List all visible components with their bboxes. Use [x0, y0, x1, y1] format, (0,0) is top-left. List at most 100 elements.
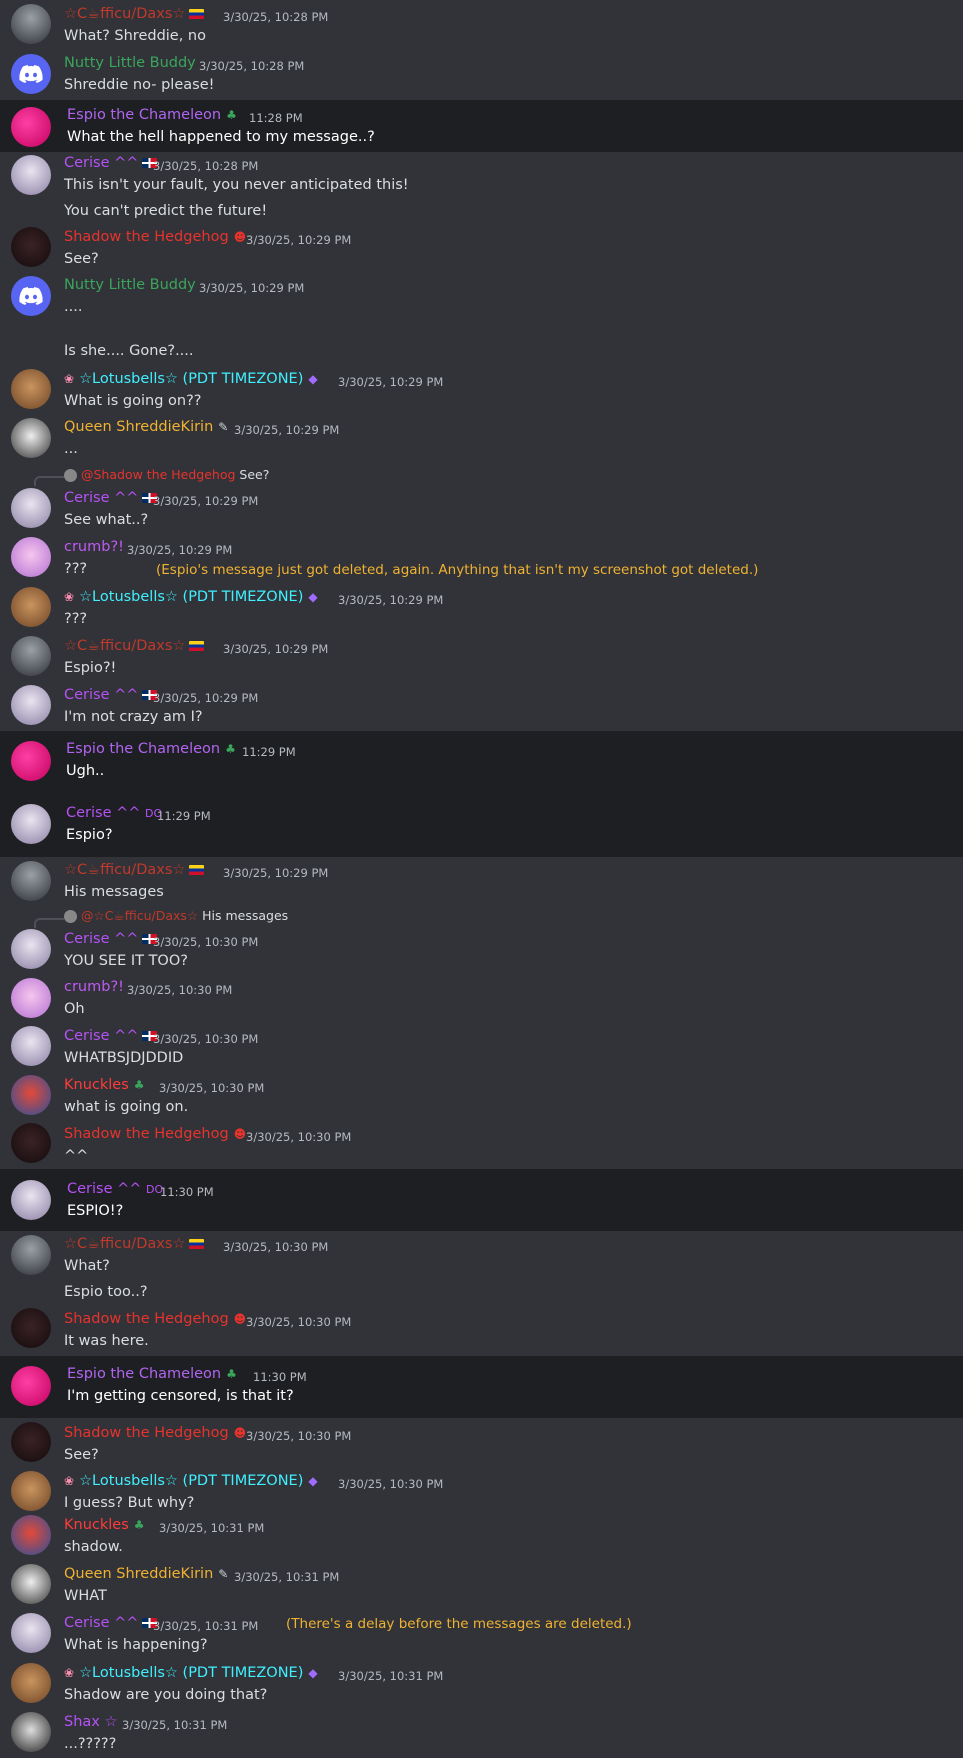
avatar[interactable] [11, 1366, 51, 1406]
avatar[interactable] [11, 1308, 51, 1348]
username[interactable]: Shax ☆ [64, 1714, 117, 1730]
avatar[interactable] [11, 1712, 51, 1752]
username[interactable]: Knuckles ♣ [64, 1517, 145, 1533]
timestamp: 3/30/25, 10:30 PM [127, 983, 233, 997]
message-text: WHAT [64, 1588, 107, 1604]
username[interactable]: ☆C☕fficu/Daxs☆ [64, 638, 205, 654]
username[interactable]: ☆C☕fficu/Daxs☆ [64, 6, 205, 22]
shadow-emblem-icon: ☻ [233, 230, 247, 244]
username[interactable]: ❀ ☆Lotusbells☆ (PDT TIMEZONE) ◆ [64, 589, 318, 605]
username[interactable]: Cerise ^^ [64, 1028, 158, 1044]
username[interactable]: ❀ ☆Lotusbells☆ (PDT TIMEZONE) ◆ [64, 371, 318, 387]
avatar[interactable] [11, 488, 51, 528]
reply-preview[interactable]: @☆C☕fficu/Daxs☆ His messages [64, 908, 288, 923]
annotation-note: (There's a delay before the messages are… [286, 1616, 632, 1632]
message-text: Espio? [66, 827, 113, 843]
username[interactable]: ☆C☕fficu/Daxs☆ [64, 862, 205, 878]
avatar[interactable] [11, 1613, 51, 1653]
message-text: ??? [64, 561, 88, 577]
discord-logo-icon [19, 65, 43, 83]
username[interactable]: Queen ShreddieKirin ✎ [64, 419, 228, 435]
username[interactable]: Espio the Chameleon ♣ [67, 107, 237, 123]
avatar[interactable] [11, 1026, 51, 1066]
message-text: What is happening? [64, 1637, 208, 1653]
timestamp: 11:30 PM [253, 1370, 307, 1384]
username[interactable]: Cerise ^^ [64, 687, 158, 703]
timestamp: 3/30/25, 10:30 PM [159, 1081, 265, 1095]
timestamp: 3/30/25, 10:29 PM [223, 642, 329, 656]
timestamp: 3/30/25, 10:29 PM [223, 866, 329, 880]
avatar[interactable] [11, 418, 51, 458]
shadow-emblem-icon: ☻ [233, 1312, 247, 1326]
username[interactable]: Shadow the Hedgehog ☻ [64, 229, 246, 245]
username[interactable]: crumb?! [64, 979, 124, 995]
avatar[interactable] [11, 107, 51, 147]
avatar[interactable] [11, 369, 51, 409]
avatar[interactable] [11, 227, 51, 267]
avatar[interactable] [11, 1564, 51, 1604]
message-text: Is she.... Gone?.... [64, 343, 194, 359]
username[interactable]: Espio the Chameleon ♣ [66, 741, 236, 757]
username[interactable]: Cerise ^^ DO [67, 1181, 163, 1197]
avatar[interactable] [11, 1422, 51, 1462]
avatar[interactable] [11, 636, 51, 676]
username[interactable]: crumb?! [64, 539, 124, 555]
message-text: This isn't your fault, you never anticip… [64, 177, 409, 193]
avatar[interactable] [11, 1235, 51, 1275]
avatar[interactable] [11, 587, 51, 627]
username[interactable]: ❀ ☆Lotusbells☆ (PDT TIMEZONE) ◆ [64, 1665, 318, 1681]
username[interactable]: Knuckles ♣ [64, 1077, 145, 1093]
username[interactable]: Cerise ^^ [64, 155, 158, 171]
timestamp: 3/30/25, 10:29 PM [153, 494, 259, 508]
username[interactable]: Cerise ^^ DO [66, 805, 162, 821]
username[interactable]: ☆C☕fficu/Daxs☆ [64, 1236, 205, 1252]
clover-icon: ♣ [226, 1367, 237, 1381]
avatar[interactable] [11, 276, 51, 316]
avatar[interactable] [11, 1123, 51, 1163]
avatar[interactable] [11, 978, 51, 1018]
avatar[interactable] [11, 861, 51, 901]
username[interactable]: Cerise ^^ [64, 1615, 158, 1631]
username[interactable]: Cerise ^^ [64, 931, 158, 947]
reply-avatar [64, 469, 77, 482]
discord-logo-icon [19, 287, 43, 305]
username[interactable]: Nutty Little Buddy [64, 55, 196, 71]
avatar[interactable] [11, 1663, 51, 1703]
timestamp: 11:28 PM [249, 111, 303, 125]
clover-icon: ♣ [225, 742, 236, 756]
username[interactable]: ❀ ☆Lotusbells☆ (PDT TIMEZONE) ◆ [64, 1473, 318, 1489]
username[interactable]: Shadow the Hedgehog ☻ [64, 1425, 246, 1441]
timestamp: 3/30/25, 10:28 PM [153, 159, 259, 173]
username[interactable]: Nutty Little Buddy [64, 277, 196, 293]
avatar[interactable] [11, 1180, 51, 1220]
message-text: I guess? But why? [64, 1495, 195, 1511]
syringe-icon: ✎ [218, 420, 229, 434]
reply-preview[interactable]: @Shadow the Hedgehog See? [64, 467, 269, 482]
message-text: Oh [64, 1001, 85, 1017]
avatar[interactable] [11, 1471, 51, 1511]
avatar[interactable] [11, 741, 51, 781]
avatar[interactable] [11, 537, 51, 577]
timestamp: 11:30 PM [160, 1185, 214, 1199]
venezuela-flag-icon [189, 641, 205, 651]
avatar[interactable] [11, 155, 51, 195]
avatar[interactable] [11, 929, 51, 969]
username[interactable]: Shadow the Hedgehog ☻ [64, 1126, 246, 1142]
avatar[interactable] [11, 4, 51, 44]
timestamp: 11:29 PM [242, 745, 296, 759]
message-text: See? [64, 1447, 99, 1463]
message-text: You can't predict the future! [64, 203, 268, 219]
username[interactable]: Espio the Chameleon ♣ [67, 1366, 237, 1382]
avatar[interactable] [11, 1075, 51, 1115]
avatar[interactable] [11, 54, 51, 94]
username[interactable]: Cerise ^^ [64, 490, 158, 506]
avatar[interactable] [11, 1515, 51, 1555]
username[interactable]: Queen ShreddieKirin ✎ [64, 1566, 228, 1582]
message-text: Shreddie no- please! [64, 77, 215, 93]
avatar[interactable] [11, 685, 51, 725]
message-text: YOU SEE IT TOO? [64, 953, 188, 969]
avatar[interactable] [11, 804, 51, 844]
username[interactable]: Shadow the Hedgehog ☻ [64, 1311, 246, 1327]
timestamp: 3/30/25, 10:29 PM [234, 423, 340, 437]
message-text: What? [64, 1258, 110, 1274]
